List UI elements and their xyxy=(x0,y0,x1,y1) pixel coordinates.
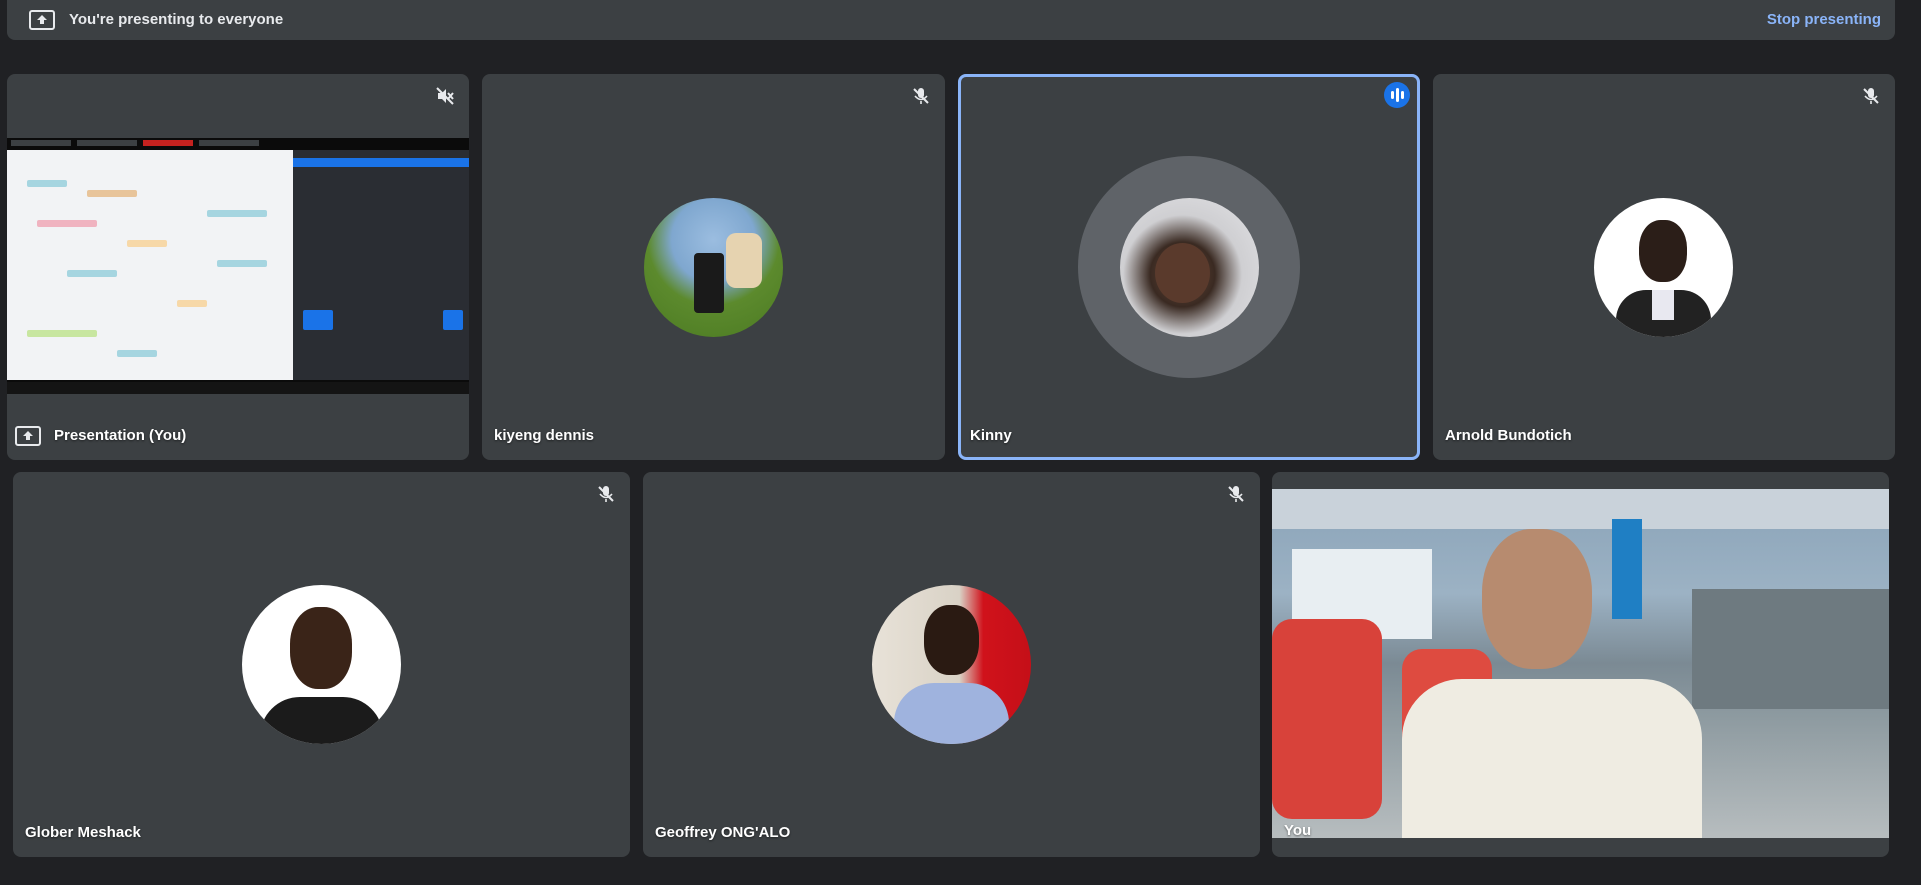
participant-name: kiyeng dennis xyxy=(494,427,595,444)
self-video-feed xyxy=(1272,489,1889,838)
participant-tile-glober-meshack[interactable]: Glober Meshack xyxy=(13,472,630,857)
participant-tile-self[interactable]: You xyxy=(1272,472,1889,857)
avatar xyxy=(242,585,401,744)
presenting-banner: You're presenting to everyone Stop prese… xyxy=(7,0,1895,40)
presentation-icon xyxy=(15,426,41,446)
avatar xyxy=(644,198,783,337)
mic-off-icon xyxy=(1228,486,1244,502)
avatar xyxy=(872,585,1031,744)
participant-tile-arnold-bundotich[interactable]: Arnold Bundotich xyxy=(1433,74,1895,460)
speaker-muted-icon xyxy=(436,87,454,105)
avatar xyxy=(1594,198,1733,337)
participant-name: Glober Meshack xyxy=(25,824,141,841)
mic-off-icon xyxy=(1863,88,1879,104)
participant-name: Geoffrey ONG'ALO xyxy=(655,824,791,841)
mic-off-icon xyxy=(598,486,614,502)
participant-name: You xyxy=(1284,822,1312,839)
participant-name: Arnold Bundotich xyxy=(1445,427,1572,444)
speaking-indicator-icon xyxy=(1384,82,1410,108)
participant-tile-kinny[interactable]: Kinny xyxy=(958,74,1420,460)
stop-presenting-button[interactable]: Stop presenting xyxy=(1767,11,1881,28)
participant-name: Kinny xyxy=(970,427,1012,444)
shared-screen-preview xyxy=(7,138,469,394)
present-screen-icon xyxy=(29,10,55,30)
avatar xyxy=(1120,198,1259,337)
presenting-status-text: You're presenting to everyone xyxy=(69,11,284,28)
mic-off-icon xyxy=(913,88,929,104)
participant-tile-geoffrey-ongalo[interactable]: Geoffrey ONG'ALO xyxy=(643,472,1260,857)
participant-tile-presentation[interactable]: Presentation (You) xyxy=(7,74,469,460)
participant-tile-kiyeng-dennis[interactable]: kiyeng dennis xyxy=(482,74,945,460)
participant-name: Presentation (You) xyxy=(54,427,187,444)
